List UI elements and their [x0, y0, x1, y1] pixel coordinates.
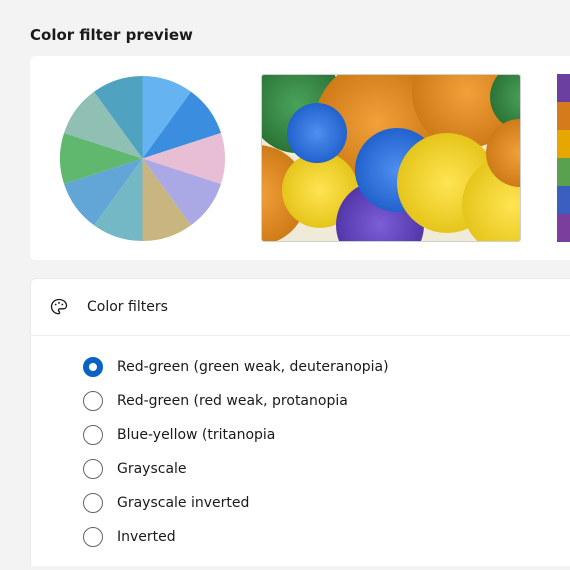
- radio-indicator[interactable]: [83, 391, 103, 411]
- color-strip-swatch: [557, 130, 570, 158]
- color-strip-swatch: [557, 102, 570, 130]
- color-strip-swatch: [557, 186, 570, 214]
- palette-icon: [49, 297, 69, 317]
- filter-option[interactable]: Red-green (red weak, protanopia: [83, 384, 570, 418]
- filter-option-label: Red-green (green weak, deuteranopia): [117, 359, 389, 375]
- filter-option-label: Grayscale: [117, 461, 187, 477]
- radio-indicator[interactable]: [83, 357, 103, 377]
- color-strip-swatch: [557, 74, 570, 102]
- radio-indicator[interactable]: [83, 493, 103, 513]
- filter-option[interactable]: Inverted: [83, 520, 570, 554]
- filter-option-label: Blue-yellow (tritanopia: [117, 427, 275, 443]
- filter-option[interactable]: Red-green (green weak, deuteranopia): [83, 350, 570, 384]
- radio-indicator[interactable]: [83, 527, 103, 547]
- filter-option-label: Inverted: [117, 529, 176, 545]
- filter-option[interactable]: Grayscale inverted: [83, 486, 570, 520]
- color-strip-swatch: [557, 214, 570, 242]
- color-strip-swatch: [557, 158, 570, 186]
- filters-header[interactable]: Color filters: [31, 279, 570, 336]
- color-strip-preview: [557, 74, 570, 242]
- filter-option[interactable]: Blue-yellow (tritanopia: [83, 418, 570, 452]
- photo-preview: [261, 74, 521, 242]
- filter-option-label: Red-green (red weak, protanopia: [117, 393, 348, 409]
- filters-header-label: Color filters: [87, 299, 168, 315]
- radio-indicator[interactable]: [83, 459, 103, 479]
- preview-card: [30, 56, 570, 260]
- filter-option[interactable]: Grayscale: [83, 452, 570, 486]
- filters-card: Color filters Red-green (green weak, deu…: [30, 278, 570, 566]
- filter-radio-group: Red-green (green weak, deuteranopia) Red-…: [31, 336, 570, 566]
- color-wheel-preview: [60, 76, 225, 241]
- radio-indicator[interactable]: [83, 425, 103, 445]
- filter-option-label: Grayscale inverted: [117, 495, 249, 511]
- preview-section-title: Color filter preview: [0, 0, 570, 56]
